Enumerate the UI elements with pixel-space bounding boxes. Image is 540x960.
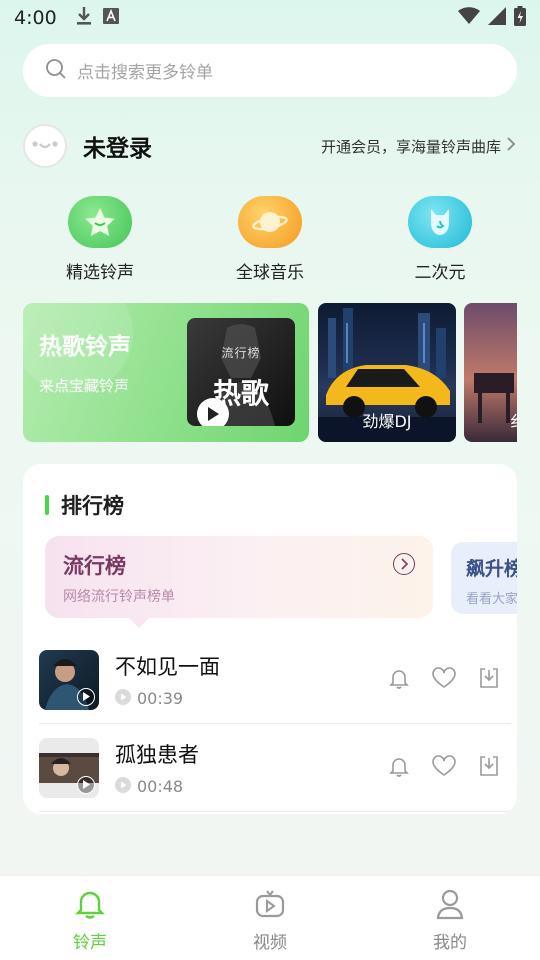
vip-text: 开通会员，享海量铃声曲库 (320, 137, 501, 156)
download-icon (75, 6, 93, 30)
bottom-tab-bar: 铃声 视频 我的 (0, 875, 540, 960)
play-icon[interactable] (77, 687, 95, 706)
chart-title: 飙升榜 (466, 558, 517, 580)
banner-label: 纟 (510, 408, 517, 432)
search-icon (45, 58, 67, 84)
wifi-icon (458, 7, 480, 29)
text-a-icon (102, 8, 119, 28)
search-bar[interactable]: 点击搜索更多铃单 (23, 44, 517, 97)
play-icon[interactable] (197, 398, 229, 426)
tab-rising-chart[interactable]: 飙升榜 看看大家 (451, 542, 517, 614)
signal-icon (488, 7, 506, 29)
section-marker (45, 495, 49, 515)
bell-icon (75, 888, 105, 924)
song-duration: 00:39 (137, 689, 184, 708)
star-icon (68, 196, 132, 248)
category-row: 精选铃声 全球音乐 二次元 (40, 196, 500, 283)
chart-subtitle: 网络流行铃声榜单 (63, 589, 175, 605)
play-icon[interactable] (77, 775, 95, 794)
banner-title: 热歌铃声 (39, 334, 131, 360)
category-anime[interactable]: 二次元 (380, 196, 500, 283)
ranking-title: 排行榜 (61, 494, 124, 518)
tab-label: 铃声 (73, 933, 107, 953)
song-title: 孤独患者 (115, 742, 199, 767)
chevron-right-circle-icon[interactable] (393, 553, 415, 575)
cover-tag: 流行榜 (221, 346, 261, 360)
tab-label: 我的 (433, 933, 467, 953)
tab-video[interactable]: 视频 (180, 876, 360, 960)
song-cover[interactable] (39, 649, 99, 710)
banner-cover[interactable]: 流行榜 热歌 (187, 318, 295, 426)
category-featured-ringtones[interactable]: 精选铃声 (40, 196, 160, 283)
banner-label: 劲爆DJ (362, 412, 412, 431)
song-row[interactable]: 孤独患者 00:48 (39, 724, 511, 812)
play-circle-icon (115, 776, 131, 797)
cat-icon (408, 196, 472, 248)
tab-pointer (127, 616, 151, 628)
vip-link[interactable]: 开通会员，享海量铃声曲库 (321, 136, 517, 157)
user-row[interactable]: 未登录 开通会员，享海量铃声曲库 (23, 122, 517, 170)
banner-carousel[interactable]: 热歌铃声 来点宝藏铃声 流行榜 热歌 劲爆DJ 纟 (23, 303, 517, 442)
heart-icon[interactable] (431, 754, 457, 782)
chart-subtitle: 看看大家 (466, 592, 517, 607)
song-row[interactable]: 不如见一面 00:39 (39, 636, 511, 724)
banner-hot-songs[interactable]: 热歌铃声 来点宝藏铃声 流行榜 热歌 (23, 303, 309, 442)
category-label: 全球音乐 (236, 263, 304, 283)
status-bar: 4:00 (0, 0, 540, 36)
song-cover[interactable] (39, 737, 99, 798)
play-circle-icon (115, 688, 131, 709)
tab-popular-chart[interactable]: 流行榜 网络流行铃声榜单 (45, 536, 433, 628)
chart-title: 流行榜 (63, 554, 126, 578)
tab-ringtones[interactable]: 铃声 (0, 876, 180, 960)
song-duration: 00:48 (137, 777, 184, 796)
category-global-music[interactable]: 全球音乐 (210, 196, 330, 283)
tab-label: 视频 (253, 933, 287, 953)
category-label: 二次元 (414, 263, 466, 283)
video-play-icon (255, 888, 285, 924)
person-icon (435, 888, 465, 924)
banner-dj[interactable]: 劲爆DJ (318, 303, 456, 442)
ranking-header: 排行榜 (45, 490, 124, 520)
download-icon[interactable] (477, 754, 501, 782)
heart-icon[interactable] (431, 666, 457, 694)
tab-profile[interactable]: 我的 (360, 876, 540, 960)
avatar[interactable] (23, 124, 67, 168)
chevron-right-icon (505, 136, 517, 156)
battery-icon (514, 6, 526, 30)
song-title: 不如见一面 (115, 654, 220, 679)
bell-icon[interactable] (387, 754, 411, 782)
banner-piano[interactable]: 纟 (464, 303, 517, 442)
search-placeholder: 点击搜索更多铃单 (77, 63, 213, 83)
bell-icon[interactable] (387, 666, 411, 694)
category-label: 精选铃声 (66, 263, 134, 283)
ranking-card: 排行榜 流行榜 网络流行铃声榜单 飙升榜 看看大家 不如见一面 00:39 孤独… (23, 464, 517, 814)
banner-subtitle: 来点宝藏铃声 (39, 377, 130, 395)
planet-icon (238, 196, 302, 248)
download-icon[interactable] (477, 666, 501, 694)
user-name[interactable]: 未登录 (83, 129, 152, 163)
status-time: 4:00 (14, 7, 57, 29)
